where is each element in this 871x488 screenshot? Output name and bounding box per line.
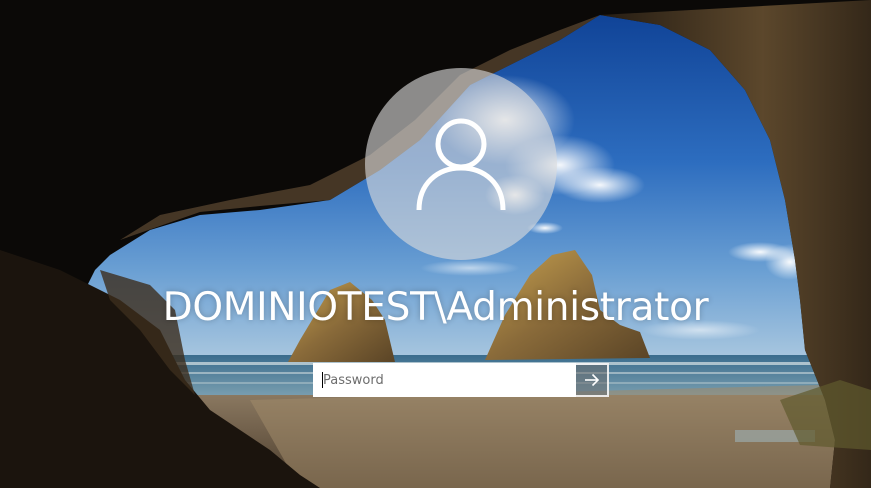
account-username: DOMINIOTEST\Administrator [162, 285, 709, 330]
password-input[interactable] [313, 363, 576, 397]
password-row [313, 363, 609, 397]
text-caret [322, 372, 323, 388]
submit-button[interactable] [576, 363, 609, 397]
user-avatar [365, 68, 557, 260]
user-silhouette-icon [416, 118, 506, 211]
arrow-right-icon [584, 373, 599, 387]
